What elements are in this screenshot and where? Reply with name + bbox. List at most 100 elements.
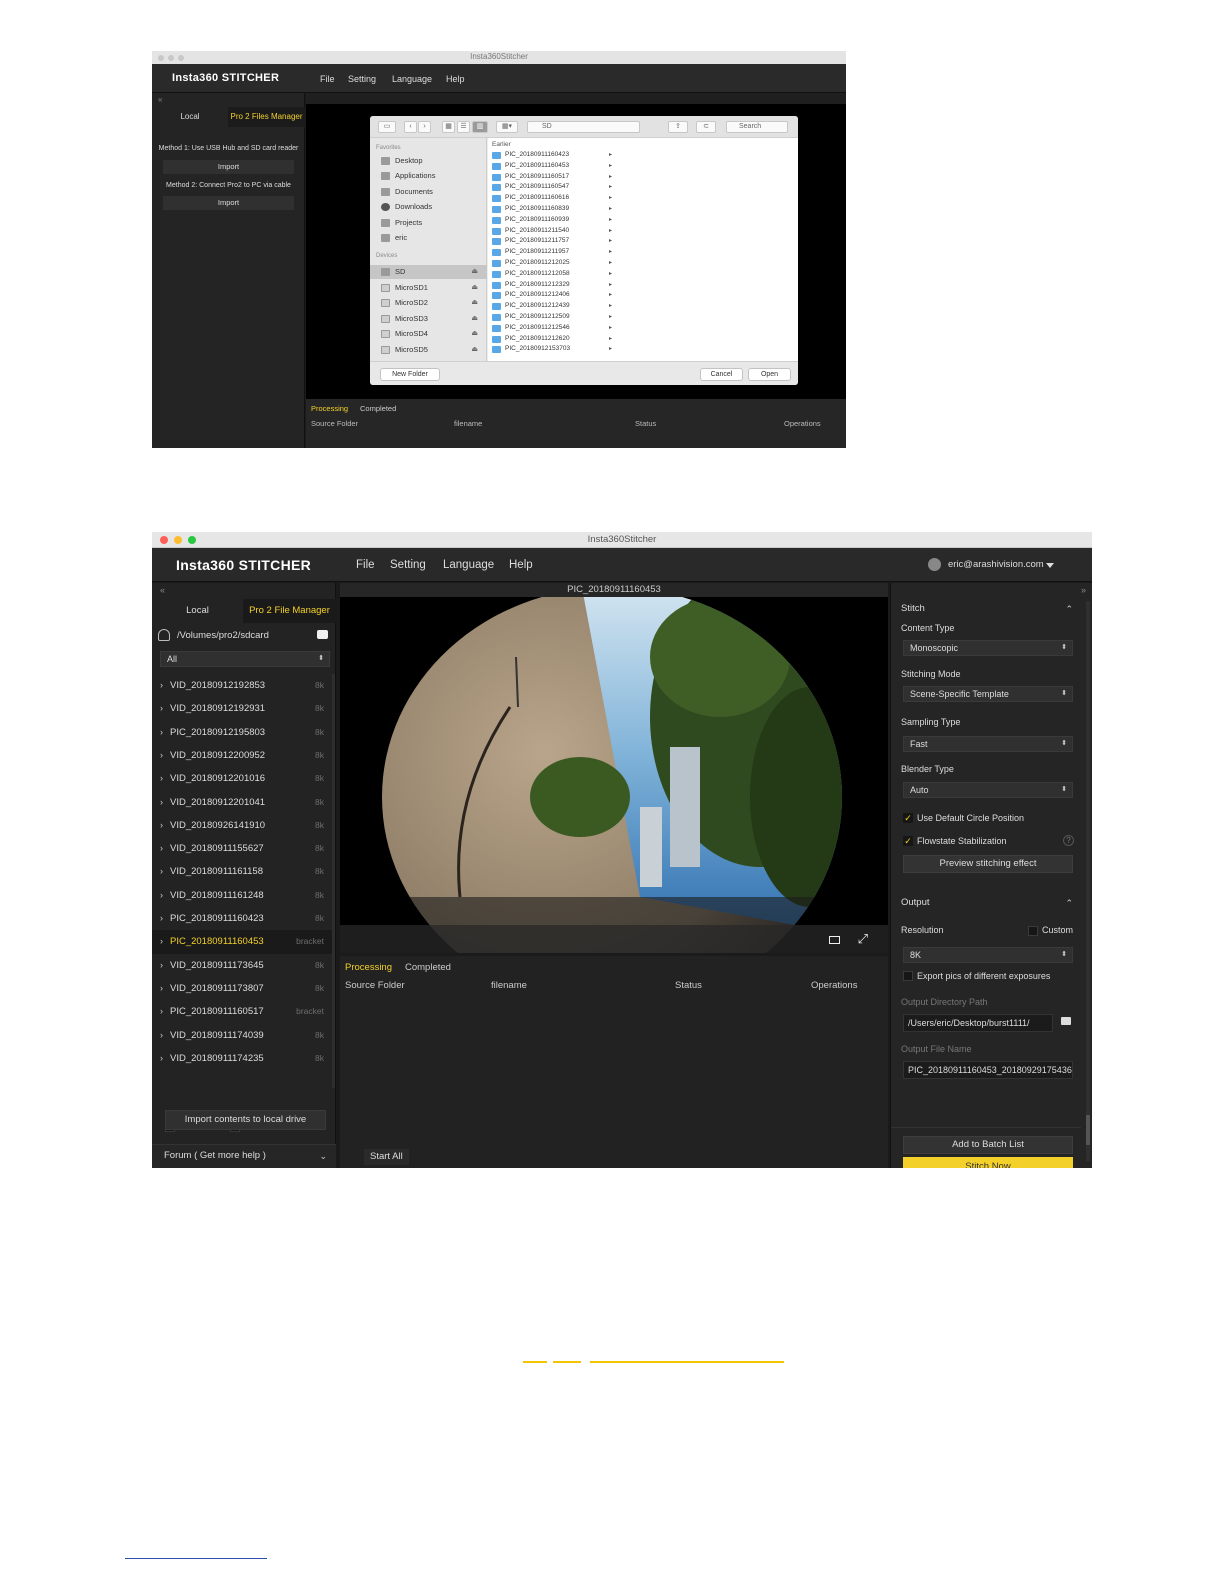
folder-row[interactable]: PIC_20180911212620 ▸ [492, 334, 612, 345]
output-name-field[interactable]: PIC_20180911160453_20180929175436 [903, 1061, 1073, 1079]
output-dir-field[interactable]: /Users/eric/Desktop/burst1111/ [903, 1014, 1053, 1032]
eject-icon[interactable] [317, 630, 328, 639]
fisheye-preview[interactable]: ⤢ [340, 597, 888, 953]
link-underline[interactable] [523, 1361, 547, 1363]
folder-row[interactable]: PIC_20180911160547 ▸ [492, 182, 612, 193]
menu-file[interactable]: File [356, 559, 375, 571]
folder-row[interactable]: PIC_20180911160616 ▸ [492, 193, 612, 204]
flowstate-checkbox[interactable]: ✓ [903, 836, 913, 846]
user-avatar-icon[interactable] [928, 558, 941, 571]
folder-icon[interactable] [1061, 1017, 1071, 1025]
menu-help[interactable]: Help [446, 74, 465, 84]
file-row[interactable]: › VID_20180926141910 8k [152, 814, 332, 837]
file-row[interactable]: › VID_20180912192931 8k [152, 697, 332, 720]
file-row[interactable]: › PIC_20180912195803 8k [152, 721, 332, 744]
eject-icon[interactable]: ⏏ [471, 312, 478, 326]
tab-local[interactable]: Local [152, 107, 228, 127]
output-section-header[interactable]: Output ⌃ [891, 895, 1081, 911]
sidebar-item-home[interactable]: eric [370, 231, 487, 245]
tab-completed[interactable]: Completed [405, 962, 451, 973]
aspect-ratio-icon[interactable] [829, 936, 840, 944]
file-row[interactable]: › VID_20180911173807 8k [152, 977, 332, 1000]
location-select[interactable]: SD [527, 121, 640, 133]
sidebar-device-microsd4[interactable]: MicroSD4 ⏏ [370, 327, 487, 341]
fullscreen-icon[interactable]: ⤢ [858, 931, 868, 947]
sidebar-device-microsd5[interactable]: MicroSD5 ⏏ [370, 343, 487, 357]
menu-language[interactable]: Language [392, 74, 432, 84]
open-button[interactable]: Open [748, 368, 791, 381]
add-to-batch-button[interactable]: Add to Batch List [903, 1136, 1073, 1154]
tab-pro2-files-manager[interactable]: Pro 2 Files Manager [228, 107, 305, 127]
tab-pro2-file-manager[interactable]: Pro 2 File Manager [243, 599, 336, 623]
list-view-icon[interactable]: ☰ [457, 121, 470, 133]
eject-icon[interactable]: ⏏ [471, 327, 478, 341]
file-row[interactable]: › VID_20180911174039 8k [152, 1024, 332, 1047]
icon-view-icon[interactable]: ▦ [442, 121, 455, 133]
forward-icon[interactable]: › [418, 121, 431, 133]
user-email[interactable]: eric@arashivision.com [948, 559, 1044, 570]
eject-icon[interactable]: ⏏ [471, 265, 478, 279]
sidebar-item-downloads[interactable]: Downloads [370, 200, 487, 214]
sidebar-toggle-icon[interactable]: ▭ [378, 121, 396, 133]
help-icon[interactable]: ? [1063, 835, 1074, 846]
eject-icon[interactable]: ⏏ [471, 296, 478, 310]
menu-file[interactable]: File [320, 74, 335, 84]
tab-completed[interactable]: Completed [360, 404, 396, 413]
link-underline[interactable] [553, 1361, 581, 1363]
sidebar-device-microsd3[interactable]: MicroSD3 ⏏ [370, 312, 487, 326]
new-folder-button[interactable]: New Folder [380, 368, 440, 381]
link-underline[interactable] [590, 1361, 784, 1363]
folder-row[interactable]: PIC_20180911160453 ▸ [492, 161, 612, 172]
import-local-button[interactable]: Import contents to local drive [165, 1110, 326, 1130]
folder-row[interactable]: PIC_20180911212439 ▸ [492, 301, 612, 312]
folder-row[interactable]: PIC_20180912153703 ▸ [492, 344, 612, 355]
eject-icon[interactable]: ⏏ [471, 343, 478, 357]
custom-resolution-checkbox[interactable] [1028, 926, 1038, 936]
cancel-button[interactable]: Cancel [700, 368, 743, 381]
share-icon[interactable]: ⇪ [668, 121, 688, 133]
expand-icon[interactable]: » [1081, 585, 1086, 595]
folder-row[interactable]: PIC_20180911212025 ▸ [492, 258, 612, 269]
preview-stitching-button[interactable]: Preview stitching effect [903, 855, 1073, 873]
default-circle-checkbox[interactable]: ✓ [903, 813, 913, 823]
sidebar-device-microsd1[interactable]: MicroSD1 ⏏ [370, 281, 487, 295]
tab-local[interactable]: Local [152, 599, 243, 623]
sampling-type-select[interactable]: Fast ⬍ [903, 736, 1073, 752]
tab-processing[interactable]: Processing [345, 962, 392, 973]
folder-row[interactable]: PIC_20180911212406 ▸ [492, 290, 612, 301]
collapse-icon[interactable]: « [160, 585, 165, 595]
folder-row[interactable]: PIC_20180911211957 ▸ [492, 247, 612, 258]
file-row[interactable]: › VID_20180911174235 8k [152, 1047, 332, 1070]
folder-row[interactable]: PIC_20180911212329 ▸ [492, 280, 612, 291]
file-row[interactable]: › VID_20180911161248 8k [152, 884, 332, 907]
eject-icon[interactable]: ⏏ [471, 281, 478, 295]
start-all-button[interactable]: Start All [364, 1149, 409, 1165]
sidebar-item-desktop[interactable]: Desktop [370, 154, 487, 168]
folder-row[interactable]: PIC_20180911160517 ▸ [492, 172, 612, 183]
account-dropdown-icon[interactable] [1046, 563, 1054, 568]
column-view-icon[interactable]: ▥ [472, 121, 488, 133]
stitching-mode-select[interactable]: Scene-Specific Template ⬍ [903, 686, 1073, 702]
file-filter-select[interactable]: All ⬍ [160, 651, 330, 667]
sidebar-item-projects[interactable]: Projects [370, 216, 487, 230]
file-row[interactable]: › VID_20180911161158 8k [152, 860, 332, 883]
file-row[interactable]: › VID_20180912201041 8k [152, 791, 332, 814]
file-row[interactable]: › VID_20180911173645 8k [152, 954, 332, 977]
blender-type-select[interactable]: Auto ⬍ [903, 782, 1073, 798]
folder-row[interactable]: PIC_20180911212509 ▸ [492, 312, 612, 323]
file-list-scrollbar[interactable] [332, 674, 335, 1088]
file-row[interactable]: › PIC_20180911160423 8k [152, 907, 332, 930]
content-type-select[interactable]: Monoscopic ⬍ [903, 640, 1073, 656]
import-button-2[interactable]: Import [163, 196, 294, 210]
search-field[interactable]: Search [726, 121, 788, 133]
folder-row[interactable]: PIC_20180911160423 ▸ [492, 150, 612, 161]
settings-scrollbar-thumb[interactable] [1086, 1115, 1090, 1145]
folder-row[interactable]: PIC_20180911212058 ▸ [492, 269, 612, 280]
file-row[interactable]: › VID_20180912201016 8k [152, 767, 332, 790]
menu-language[interactable]: Language [443, 559, 494, 571]
forum-dropdown[interactable]: Forum ( Get more help ) ⌄ [152, 1144, 336, 1168]
folder-row[interactable]: PIC_20180911211757 ▸ [492, 236, 612, 247]
file-row[interactable]: › PIC_20180911160453 bracket [152, 930, 332, 954]
file-row[interactable]: › VID_20180911155627 8k [152, 837, 332, 860]
tag-icon[interactable]: ⊂ [696, 121, 716, 133]
